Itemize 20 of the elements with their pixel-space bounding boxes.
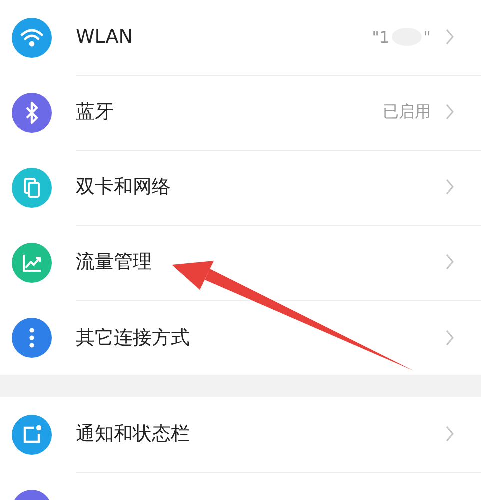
chevron-icon [445,103,455,121]
chevron-icon [445,253,455,271]
item-label: 双卡和网络 [76,175,171,200]
settings-item[interactable]: 蓝牙 已启用 [0,75,481,150]
settings-item[interactable]: WLAN "1 " [0,0,481,75]
item-value: "1 [372,28,390,46]
settings-item[interactable]: 双卡和网络 [0,150,481,225]
chevron-icon [445,425,455,443]
item-label: 流量管理 [76,250,152,275]
settings-item[interactable]: 通知和状态栏 [0,397,481,472]
item-value: " [424,28,431,46]
item-label: 通知和状态栏 [76,422,190,447]
chevron-icon [445,178,455,196]
item-label: 蓝牙 [76,100,114,125]
chevron-icon [445,28,455,46]
chevron-icon [445,328,455,346]
item-label: WLAN [76,26,134,48]
settings-item[interactable]: 其它连接方式 [0,300,481,375]
item-value: 已启用 [383,102,431,122]
item-label: 其它连接方式 [76,326,190,350]
